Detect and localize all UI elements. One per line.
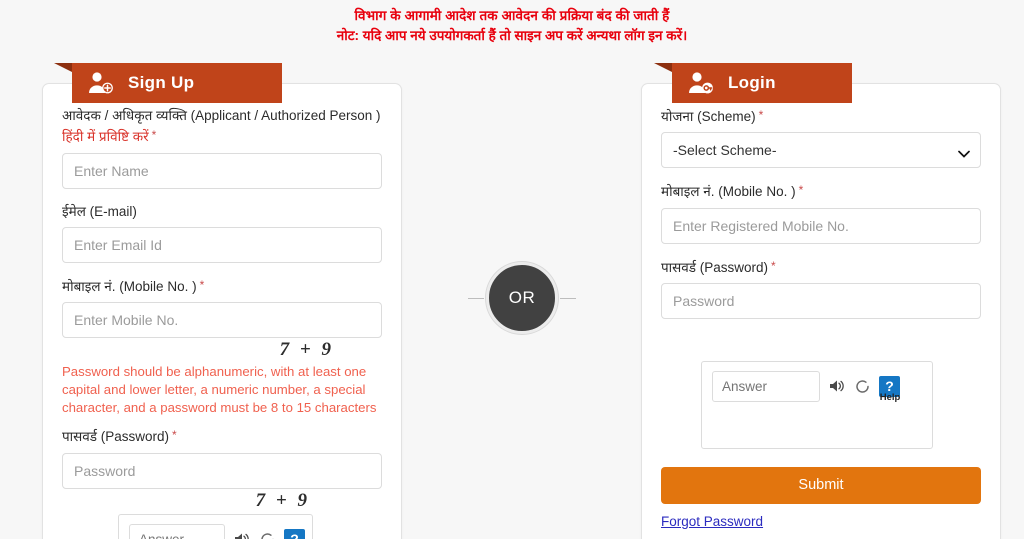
login-form: योजना (Scheme) * -Select Scheme- मोबाइल न… [642,84,1000,531]
or-line-right [560,297,576,299]
signup-form: आवेदक / अधिकृत व्यक्ति (Applicant / Auth… [43,84,401,539]
login-password-label: पासवर्ड (Password) * [661,258,776,275]
forgot-password-link[interactable]: Forgot Password [661,514,763,529]
user-key-icon [686,70,716,96]
signup-mobile-label: मोबाइल नं. (Mobile No. ) * [62,277,205,294]
signup-captcha-row: ? Help [129,523,305,539]
signup-panel: आवेदक / अधिकृत व्यक्ति (Applicant / Auth… [42,83,402,539]
help-icon[interactable]: ? Help [879,375,900,403]
signup-header-ribbon: Sign Up [54,63,282,103]
signup-captcha-box: ? Help [118,513,313,539]
or-divider: OR [462,258,582,338]
signup-name-input[interactable] [62,152,382,189]
signup-password-input[interactable] [62,452,382,489]
refresh-icon[interactable] [259,531,276,539]
signup-captcha-question: 7 + 9 [255,489,310,511]
or-badge: OR [486,262,558,334]
signup-name-field: आवेदक / अधिकृत व्यक्ति (Applicant / Auth… [62,106,382,189]
submit-button[interactable]: Submit [661,466,981,504]
login-header-ribbon: Login [654,63,852,103]
help-icon-label: Help [879,391,901,403]
user-add-icon [86,70,116,96]
signup-name-label: आवेदक / अधिकृत व्यक्ति (Applicant / Auth… [62,108,381,145]
signup-email-label: ईमेल (E-mail) [62,203,137,219]
login-scheme-select[interactable]: -Select Scheme- [661,132,981,169]
signup-email-field: ईमेल (E-mail) [62,202,382,263]
login-mobile-field: मोबाइल नं. (Mobile No. ) * [661,181,981,244]
signup-password-field: पासवर्ड (Password) * [62,426,382,489]
login-mobile-input[interactable] [661,207,981,244]
login-title: Login [728,73,776,92]
login-mobile-label: मोबाइल नं. (Mobile No. ) * [661,183,804,200]
signup-mobile-input[interactable] [62,302,382,338]
or-line-left [468,297,484,299]
notice-banner: विभाग के आगामी आदेश तक आवेदन की प्रक्रिय… [0,6,1024,45]
page-root: विभाग के आगामी आदेश तक आवेदन की प्रक्रिय… [0,0,1024,539]
help-icon[interactable]: ? Help [284,528,305,539]
login-password-input[interactable] [661,282,981,319]
login-scheme-field: योजना (Scheme) * -Select Scheme- [661,106,981,169]
signup-captcha-question-top: 7 + 9 [279,339,334,360]
notice-line-2: नोट: यदि आप नये उपयोगकर्ता हैं तो साइन अ… [336,27,688,43]
signup-password-label: पासवर्ड (Password) * [62,428,177,445]
refresh-icon[interactable] [854,378,871,395]
signup-password-hint: Password should be alphanumeric, with at… [62,364,377,415]
speaker-icon[interactable] [828,378,846,394]
signup-mobile-field: मोबाइल नं. (Mobile No. ) * [62,276,382,338]
login-password-field: पासवर्ड (Password) * [661,257,981,319]
signup-name-label-hindi: हिंदी में प्रविष्टि करें [62,129,149,145]
login-captcha-input[interactable] [712,370,820,402]
signup-title: Sign Up [128,73,195,92]
signup-email-input[interactable] [62,226,382,263]
speaker-icon[interactable] [233,531,251,539]
login-scheme-select-wrap: -Select Scheme- [661,132,981,169]
signup-captcha-input[interactable] [129,523,225,539]
notice-line-1: विभाग के आगामी आदेश तक आवेदन की प्रक्रिय… [354,8,670,23]
login-captcha-row: ? Help [712,370,922,403]
help-question-mark: ? [290,530,299,539]
login-panel: योजना (Scheme) * -Select Scheme- मोबाइल न… [641,83,1001,539]
login-captcha-box: ? Help [701,360,933,449]
login-scheme-label: योजना (Scheme) * [661,108,764,124]
